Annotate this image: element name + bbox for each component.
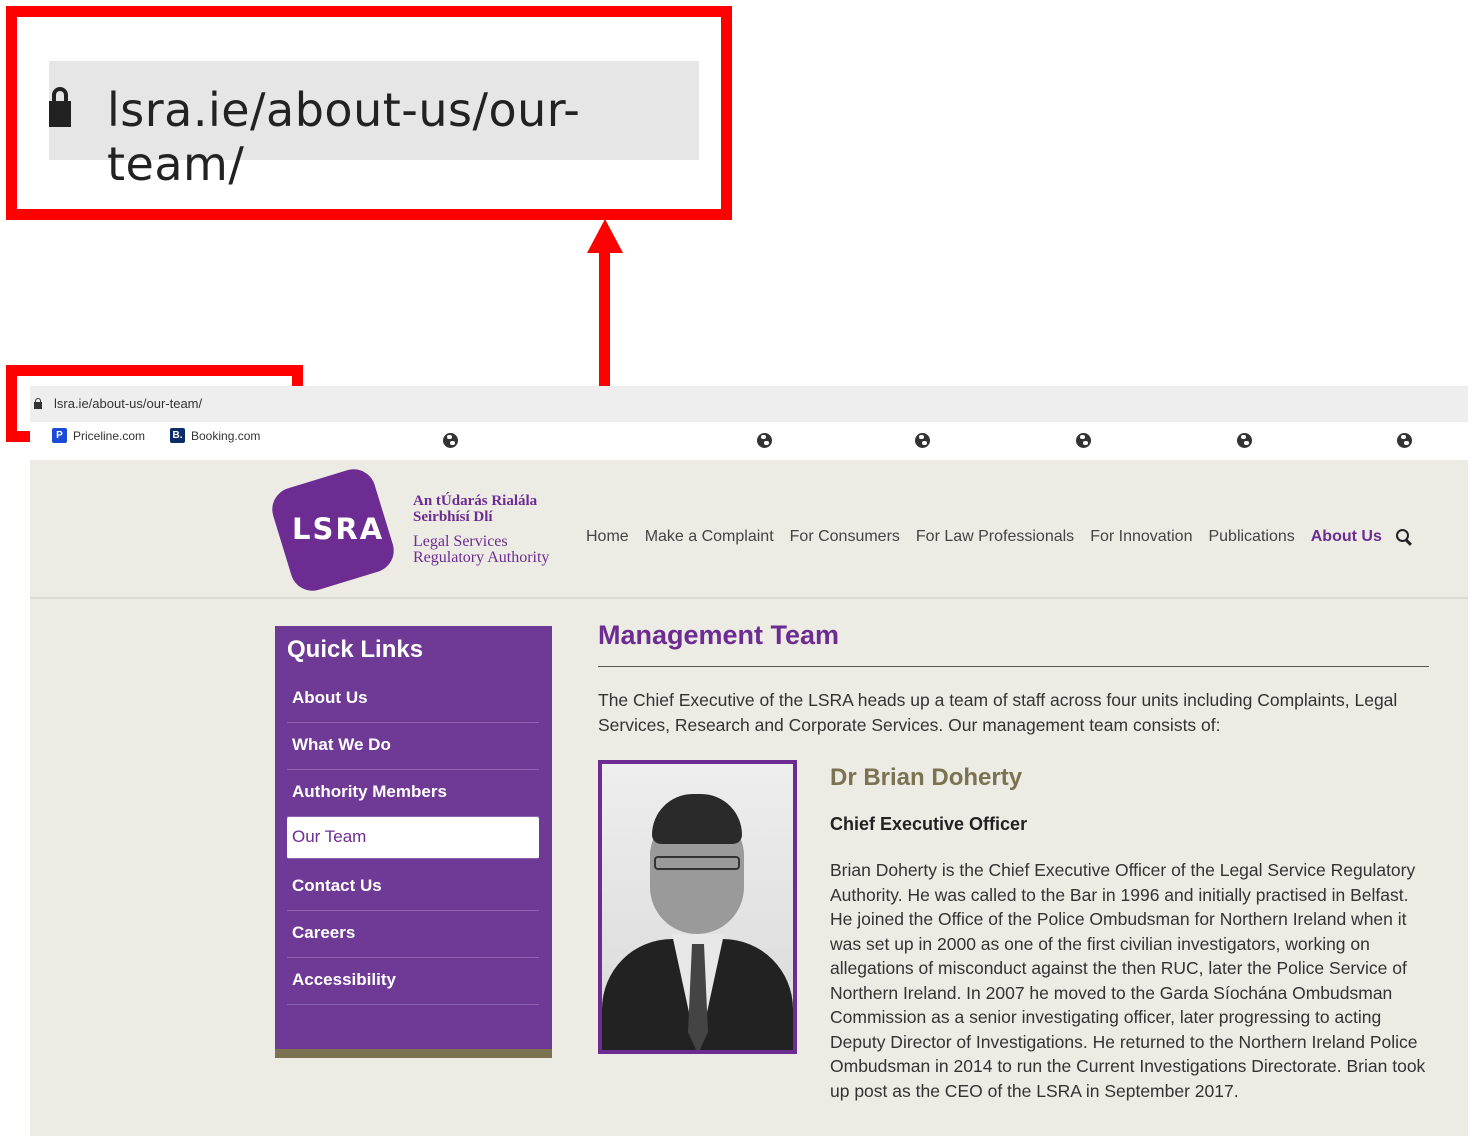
logo-abbreviation: LSRA [292,512,385,546]
quick-links-title: Quick Links [287,636,424,663]
priceline-favicon-icon: P [52,428,67,443]
address-bar[interactable]: lsra.ie/about-us/our-team/ [30,386,1468,422]
quick-links-footer-bar [275,1049,552,1058]
globe-icon[interactable] [915,433,930,448]
quick-link-what-we-do[interactable]: What We Do [287,723,539,770]
annotation-connector-vertical [599,250,610,406]
bookmark-priceline[interactable]: P Priceline.com [52,428,145,443]
title-divider [598,666,1429,667]
nav-about-us[interactable]: About Us [1311,528,1382,546]
nav-for-law-professionals[interactable]: For Law Professionals [916,528,1074,546]
annotation-box-zoomed [6,6,732,220]
quick-link-careers[interactable]: Careers [287,911,539,958]
page-title: Management Team [598,620,840,650]
person-bio: Brian Doherty is the Chief Executive Off… [830,860,1426,1101]
person-photo [598,760,797,1054]
address-bar-url[interactable]: lsra.ie/about-us/our-team/ [54,396,202,411]
search-icon[interactable] [1395,529,1412,545]
bookmark-booking[interactable]: B. Booking.com [170,428,260,443]
bookmarks-bar: P Priceline.com B. Booking.com [30,422,1468,460]
globe-icon[interactable] [443,433,458,448]
quick-link-accessibility[interactable]: Accessibility [287,958,539,1005]
person-name: Dr Brian Doherty [830,764,1023,791]
quick-links-panel: Quick Links About Us What We Do Authorit… [275,626,552,1058]
quick-link-our-team[interactable]: Our Team [287,817,539,859]
annotation-arrow-head [587,219,623,253]
quick-link-about-us[interactable]: About Us [287,676,539,723]
quick-link-authority-members[interactable]: Authority Members [287,770,539,817]
main-nav: Home Make a Complaint For Consumers For … [586,528,1412,546]
globe-icon[interactable] [1237,433,1252,448]
lock-icon [34,398,42,409]
intro-paragraph: The Chief Executive of the LSRA heads up… [598,690,1398,735]
nav-make-a-complaint[interactable]: Make a Complaint [645,528,774,546]
logo-english-name: Legal Services Regulatory Authority [413,533,550,566]
nav-publications[interactable]: Publications [1208,528,1294,546]
globe-icon[interactable] [1397,433,1412,448]
bookmark-label: Booking.com [191,428,261,443]
nav-home[interactable]: Home [586,528,629,546]
globe-icon[interactable] [757,433,772,448]
nav-for-innovation[interactable]: For Innovation [1090,528,1192,546]
logo-irish-name: An tÚdarás Rialála Seirbhísí Dlí [413,493,538,525]
nav-for-consumers[interactable]: For Consumers [790,528,900,546]
website: LSRA An tÚdarás Rialála Seirbhísí Dlí Le… [30,460,1468,1136]
bookmark-label: Priceline.com [73,428,146,443]
globe-icon[interactable] [1076,433,1091,448]
person-role: Chief Executive Officer [830,814,1028,834]
booking-favicon-icon: B. [170,428,185,443]
quick-link-contact-us[interactable]: Contact Us [287,864,539,911]
site-header: LSRA An tÚdarás Rialála Seirbhísí Dlí Le… [30,460,1468,599]
